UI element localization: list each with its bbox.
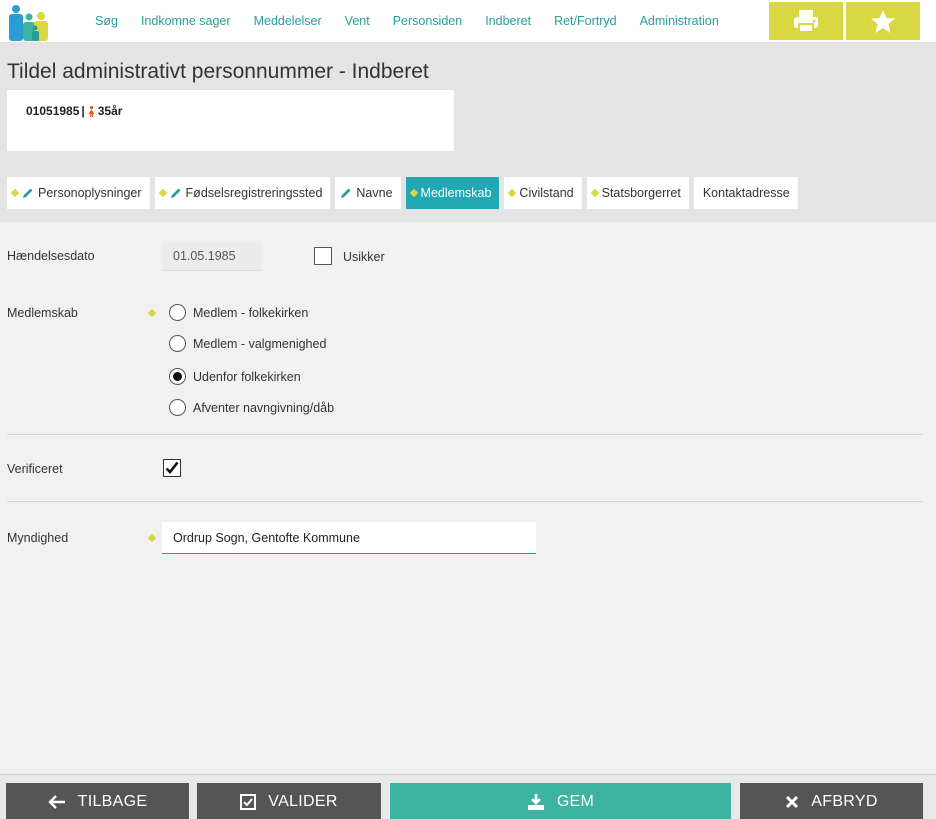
diamond-icon (147, 533, 157, 543)
tab-label: Kontaktadresse (702, 186, 790, 200)
tab-label: Statsborgerret (601, 186, 681, 200)
tab-bar: Personoplysninger Fødselsregistreringsst… (7, 177, 798, 209)
radio-circle (169, 335, 186, 352)
nav-item-search[interactable]: Søg (95, 14, 118, 28)
tab-label: Personoplysninger (38, 186, 142, 200)
diamond-icon (590, 188, 599, 198)
tab-foedselsregistreringssted[interactable]: Fødselsregistreringssted (154, 177, 331, 209)
radio-label: Medlem - folkekirken (193, 305, 309, 320)
cancel-button[interactable]: AFBRYD (740, 783, 923, 819)
verified-label: Verificeret (7, 462, 63, 476)
back-label: TILBAGE (77, 792, 148, 810)
check-square-icon (240, 793, 257, 810)
page-header: Tildel administrativt personnummer - Ind… (0, 42, 936, 222)
event-date-label: Hændelsesdato (7, 249, 95, 263)
print-button[interactable] (769, 2, 843, 40)
nav-item-messages[interactable]: Meddelelser (254, 14, 322, 28)
diamond-icon (147, 308, 157, 318)
main-nav: Søg Indkomne sager Meddelelser Vent Pers… (95, 0, 742, 42)
diamond-icon (10, 188, 20, 198)
tab-civilstand[interactable]: Civilstand (504, 177, 582, 209)
diamond-icon (409, 188, 418, 198)
person-card: 01051985 | 35år (7, 90, 454, 151)
tab-statsborgerret[interactable]: Statsborgerret (586, 177, 689, 209)
validate-button[interactable]: VALIDER (197, 783, 381, 819)
tab-label: Medlemskab (420, 186, 492, 200)
diamond-icon (508, 188, 517, 198)
top-navigation-bar: Søg Indkomne sager Meddelelser Vent Pers… (0, 0, 936, 42)
divider (7, 501, 923, 502)
tab-navne[interactable]: Navne (335, 177, 401, 209)
radio-label: Udenfor folkekirken (193, 369, 301, 384)
tab-label: Civilstand (519, 186, 574, 200)
authority-input[interactable]: Ordrup Sogn, Gentofte Kommune (162, 522, 536, 554)
divider (7, 434, 923, 435)
radio-label: Afventer navngivning/dåb (193, 400, 335, 415)
nav-item-correct-undo[interactable]: Ret/Fortryd (554, 14, 617, 28)
tab-medlemskab[interactable]: Medlemskab (405, 177, 500, 209)
authority-label: Myndighed (7, 531, 69, 545)
tab-kontaktadresse[interactable]: Kontaktadresse (693, 177, 798, 209)
pencil-icon (23, 188, 33, 198)
person-female-icon (88, 105, 95, 117)
x-icon (786, 795, 799, 808)
person-id: 01051985 (26, 104, 80, 118)
uncertain-checkbox[interactable] (314, 247, 332, 265)
tab-label: Fødselsregistreringssted (185, 186, 323, 200)
download-icon (527, 793, 544, 810)
family-logo-icon[interactable] (6, 3, 54, 41)
star-icon (871, 9, 895, 33)
checkmark-icon (165, 461, 179, 474)
diamond-icon (158, 188, 167, 198)
pencil-icon (341, 188, 351, 198)
radio-label: Medlem - valgmenighed (193, 336, 327, 351)
page-title: Tildel administrativt personnummer - Ind… (7, 60, 429, 83)
nav-item-administration[interactable]: Administration (640, 14, 719, 28)
uncertain-label: Usikker (343, 250, 385, 264)
save-button[interactable]: GEM (390, 783, 731, 819)
event-date-input[interactable]: 01.05.1985 (162, 241, 262, 271)
action-bar: TILBAGE VALIDER GEM AFBRYD (0, 774, 936, 819)
printer-icon (794, 10, 818, 33)
arrow-left-icon (47, 794, 65, 809)
pencil-icon (170, 188, 181, 198)
nav-item-wait[interactable]: Vent (345, 14, 370, 28)
nav-item-incoming-cases[interactable]: Indkomne sager (141, 14, 231, 28)
person-summary: 01051985 | 35år (26, 104, 122, 118)
tab-label: Navne (356, 186, 393, 200)
validate-label: VALIDER (268, 792, 338, 810)
cancel-label: AFBRYD (811, 792, 878, 810)
radio-udenfor-folkekirken[interactable]: Udenfor folkekirken (169, 368, 301, 385)
tab-personoplysninger[interactable]: Personoplysninger (7, 177, 150, 209)
radio-circle (169, 304, 186, 321)
person-separator: | (81, 104, 85, 118)
nav-item-person-page[interactable]: Personsiden (393, 14, 463, 28)
radio-medlem-folkekirken[interactable]: Medlem - folkekirken (169, 304, 308, 321)
favorite-button[interactable] (846, 2, 920, 40)
radio-medlem-valgmenighed[interactable]: Medlem - valgmenighed (169, 335, 326, 352)
verified-checkbox[interactable] (163, 459, 181, 477)
nav-item-report[interactable]: Indberet (485, 14, 531, 28)
radio-afventer-navngivning[interactable]: Afventer navngivning/dåb (169, 399, 334, 416)
save-label: GEM (556, 792, 595, 810)
back-button[interactable]: TILBAGE (6, 783, 189, 819)
radio-circle-selected (169, 368, 186, 385)
radio-circle (169, 399, 186, 416)
person-age: 35år (97, 104, 123, 118)
membership-label: Medlemskab (7, 306, 78, 320)
